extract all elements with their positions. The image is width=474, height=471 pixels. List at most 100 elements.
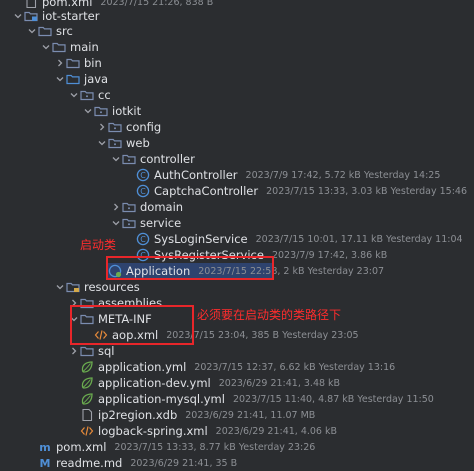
chevron-down-icon[interactable] bbox=[96, 136, 108, 150]
project-tree[interactable]: pom.xml 2023/7/15 21:26, 838 Biot-starter… bbox=[0, 0, 474, 470]
tree-row[interactable]: m pom.xml 2023/7/15 13:33, 8.77 kB Yesterd… bbox=[0, 439, 474, 455]
tree-row[interactable]: domain bbox=[0, 199, 474, 215]
tree-row[interactable]: aop.xml 2023/7/15 23:04, 385 B Yesterday … bbox=[0, 327, 474, 343]
tree-row[interactable]: C SysLoginService 2023/7/15 10:01, 17.11 k… bbox=[0, 231, 474, 247]
tree-row-label: ip2region.xdb bbox=[98, 408, 178, 422]
tree-row-label: application-dev.yml bbox=[98, 376, 211, 390]
chevron-down-icon[interactable] bbox=[26, 24, 38, 38]
tree-row[interactable]: logback-spring.xml 2023/6/29 21:41, 4.06 … bbox=[0, 423, 474, 439]
chevron-down-icon[interactable] bbox=[110, 216, 122, 230]
chevron-right-icon[interactable] bbox=[68, 344, 80, 358]
annotation-startup-class-label: 启动类 bbox=[80, 238, 117, 252]
chevron-down-icon[interactable] bbox=[68, 88, 80, 102]
tree-row-meta: 2023/7/15 11:40, 4.87 kB Yesterday 11:50 bbox=[232, 393, 434, 405]
tree-row[interactable]: controller bbox=[0, 151, 474, 167]
package-icon bbox=[80, 88, 94, 102]
chevron-down-icon[interactable] bbox=[12, 9, 24, 23]
tree-row[interactable]: java bbox=[0, 71, 474, 87]
folder-icon bbox=[52, 40, 66, 54]
java-class-icon: C bbox=[136, 184, 150, 198]
tree-row[interactable]: config bbox=[0, 119, 474, 135]
chevron-down-icon[interactable] bbox=[110, 152, 122, 166]
tree-row[interactable]: sql bbox=[0, 343, 474, 359]
chevron-down-icon[interactable] bbox=[82, 104, 94, 118]
tree-row-label: iotkit bbox=[112, 104, 142, 118]
svg-text:M: M bbox=[40, 457, 51, 470]
tree-row-label: main bbox=[70, 40, 99, 54]
spring-yaml-icon bbox=[80, 376, 94, 390]
tree-row-label: resources bbox=[84, 280, 140, 294]
chevron-down-icon[interactable] bbox=[40, 40, 52, 54]
tree-row-label: application.yml bbox=[98, 360, 187, 374]
tree-row[interactable]: service bbox=[0, 215, 474, 231]
tree-row[interactable]: application-dev.yml 2023/6/29 21:41, 3.48… bbox=[0, 375, 474, 391]
tree-row[interactable]: web bbox=[0, 135, 474, 151]
tree-row-meta: 2023/7/15 10:01, 17.11 kB Yesterday 11:0… bbox=[255, 233, 463, 245]
tree-row-label: java bbox=[84, 72, 109, 86]
chevron-right-icon[interactable] bbox=[110, 200, 122, 214]
tree-row-meta: 2023/7/9 17:42, 5.72 kB Yesterday 14:25 bbox=[245, 169, 441, 181]
tree-row-label: iot-starter bbox=[42, 9, 100, 23]
chevron-down-icon[interactable] bbox=[54, 72, 66, 86]
tree-row[interactable]: C CaptchaController 2023/7/15 13:33, 3.03 … bbox=[0, 183, 474, 199]
spring-yaml-icon bbox=[80, 392, 94, 406]
tree-row[interactable]: application-mysql.yml 2023/7/15 11:40, 4.… bbox=[0, 391, 474, 407]
tree-row-meta: 2023/7/15 21:26, 838 B bbox=[100, 0, 214, 8]
chevron-right-icon[interactable] bbox=[68, 296, 80, 310]
tree-row-meta: 2023/7/15 13:33, 3.03 kB Yesterday 15:46 bbox=[266, 185, 467, 197]
tree-row[interactable]: Mreadme.md 2023/6/29 21:41, 35 B bbox=[0, 455, 474, 471]
tree-row-label: src bbox=[56, 24, 73, 38]
tree-row[interactable]: cc bbox=[0, 87, 474, 103]
tree-row-label: controller bbox=[140, 152, 195, 166]
package-icon bbox=[108, 120, 122, 134]
tree-row-label: aop.xml bbox=[112, 328, 159, 342]
svg-text:C: C bbox=[140, 187, 146, 196]
package-icon bbox=[94, 104, 108, 118]
tree-row[interactable]: ip2region.xdb 2023/6/29 21:41, 11.07 MB bbox=[0, 407, 474, 423]
tree-row[interactable]: main bbox=[0, 39, 474, 55]
tree-row-label: CaptchaController bbox=[154, 184, 259, 198]
tree-row[interactable]: bin bbox=[0, 55, 474, 71]
source-folder-icon bbox=[66, 72, 80, 86]
tree-row-label: pom.xml bbox=[56, 440, 107, 454]
markdown-icon: M bbox=[38, 456, 52, 470]
tree-row-label: AuthController bbox=[154, 168, 238, 182]
tree-row[interactable]: iotkit bbox=[0, 103, 474, 119]
resources-folder-icon bbox=[66, 280, 80, 294]
tree-row-label: web bbox=[126, 136, 150, 150]
annotation-meta-inf-note: 必须要在启动类的类路径下 bbox=[197, 308, 342, 322]
svg-text:m: m bbox=[39, 441, 50, 454]
chevron-down-icon[interactable] bbox=[68, 312, 80, 326]
package-icon bbox=[122, 200, 136, 214]
tree-row-meta: 2023/7/15 22:58, 2 kB Yesterday 23:07 bbox=[198, 265, 385, 277]
java-class-icon: C bbox=[136, 168, 150, 182]
chevron-right-icon[interactable] bbox=[96, 120, 108, 134]
tree-row-label: SysLoginService bbox=[154, 232, 248, 246]
tree-row[interactable]: resources bbox=[0, 279, 474, 295]
tree-row[interactable]: src bbox=[0, 23, 474, 39]
svg-text:C: C bbox=[140, 251, 146, 260]
folder-icon bbox=[66, 56, 80, 70]
tree-row-meta: 2023/7/15 23:04, 385 B Yesterday 23:05 bbox=[166, 329, 359, 341]
tree-row-label: Application bbox=[126, 264, 191, 278]
tree-row[interactable]: iot-starter bbox=[0, 8, 474, 24]
chevron-right-icon[interactable] bbox=[54, 56, 66, 70]
chevron-down-icon[interactable] bbox=[54, 280, 66, 294]
tree-row-meta: 2023/7/15 13:33, 8.77 kB Yesterday 23:26 bbox=[114, 441, 316, 453]
tree-row-meta: 2023/6/29 21:41, 35 B bbox=[130, 457, 238, 469]
module-icon bbox=[24, 9, 38, 23]
java-class-icon: C bbox=[136, 232, 150, 246]
tree-row[interactable]: C AuthController 2023/7/9 17:42, 5.72 kB Y… bbox=[0, 167, 474, 183]
svg-text:C: C bbox=[140, 171, 146, 180]
tree-row[interactable]: C SysRegisterService 2023/7/9 17:42, 3.86 … bbox=[0, 247, 474, 263]
tree-row[interactable]: Application 2023/7/15 22:58, 2 kB Yesterd… bbox=[108, 263, 384, 279]
tree-row-label: cc bbox=[98, 88, 111, 102]
tree-row[interactable]: application.yml 2023/7/15 12:37, 6.62 kB … bbox=[0, 359, 474, 375]
tree-row-label: service bbox=[140, 216, 182, 230]
